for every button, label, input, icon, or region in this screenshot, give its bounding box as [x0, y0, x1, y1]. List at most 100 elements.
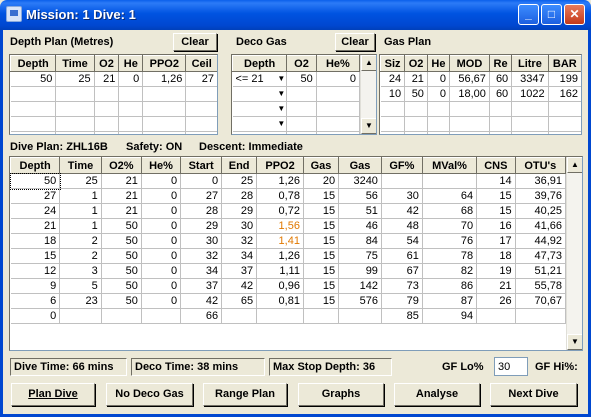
table-cell[interactable]: 25 — [221, 173, 258, 189]
table-cell[interactable]: 15 — [303, 293, 340, 309]
table-cell[interactable]: 3240 — [338, 173, 382, 189]
table-cell[interactable]: 42 — [180, 293, 223, 309]
table-cell[interactable] — [118, 116, 144, 132]
table-cell[interactable] — [449, 116, 490, 132]
table-cell[interactable]: 27 — [185, 71, 217, 87]
column-header[interactable]: O2% — [100, 157, 142, 174]
table-row[interactable]: 27 1 21 0 27 28 0,78 15 56 30 64 15 39,76 — [10, 188, 567, 204]
dropdown-arrow-icon[interactable]: ▼ — [277, 104, 285, 113]
table-cell[interactable] — [548, 131, 581, 134]
table-cell[interactable] — [118, 131, 144, 134]
table-cell[interactable]: 51 — [338, 203, 382, 219]
table-row[interactable]: 24 21 0 56,67 60 3347 199 — [380, 71, 581, 87]
table-cell[interactable]: 0 — [427, 71, 450, 87]
column-header[interactable]: Time — [59, 157, 102, 174]
table-cell[interactable]: 51,21 — [515, 263, 567, 279]
table-cell[interactable]: 15 — [303, 203, 340, 219]
table-cell[interactable]: 0,78 — [256, 188, 304, 204]
table-cell[interactable]: 15 — [303, 233, 340, 249]
table-cell[interactable] — [404, 116, 428, 132]
title-bar[interactable]: Mission: 1 Dive: 1 _ □ ✕ — [0, 0, 591, 30]
table-cell[interactable]: 50 — [286, 71, 317, 87]
table-row[interactable]: <= 21 ▼ 50 0 — [232, 71, 361, 87]
table-cell[interactable] — [118, 101, 144, 117]
table-cell[interactable] — [185, 131, 217, 134]
table-cell[interactable]: 21 — [404, 71, 428, 87]
table-row[interactable]: 21 1 50 0 29 30 1,56 15 46 48 70 16 41,66 — [10, 218, 567, 234]
column-header[interactable]: He — [426, 55, 450, 72]
table-cell[interactable]: 70,67 — [515, 293, 567, 309]
table-cell[interactable]: 3 — [59, 263, 102, 279]
table-cell[interactable]: 85 — [381, 308, 423, 324]
table-cell[interactable] — [489, 101, 513, 117]
table-row[interactable] — [10, 116, 217, 132]
table-cell[interactable]: 15 — [10, 248, 61, 264]
table-cell[interactable] — [10, 116, 57, 132]
table-cell[interactable] — [256, 308, 304, 324]
column-header[interactable]: Start — [180, 157, 223, 174]
column-header[interactable]: MOD — [448, 55, 490, 72]
table-cell[interactable] — [316, 86, 361, 102]
deco-gas-grid[interactable]: DepthO2He%<= 21 ▼500 ▼ ▼ ▼ ▼ ▲ ▼ — [231, 54, 377, 135]
table-cell[interactable]: 19 — [476, 263, 516, 279]
range-plan-button[interactable]: Range Plan — [203, 383, 287, 406]
table-cell[interactable]: 41,66 — [515, 218, 567, 234]
table-cell[interactable] — [59, 308, 102, 324]
table-cell[interactable]: 23 — [59, 293, 102, 309]
table-cell[interactable]: 0 — [118, 71, 144, 87]
table-cell[interactable]: 47,73 — [515, 248, 567, 264]
column-header[interactable]: MVal% — [421, 157, 478, 174]
table-cell[interactable]: 0 — [427, 86, 450, 102]
table-cell[interactable]: 15 — [303, 218, 340, 234]
table-cell[interactable]: 26 — [476, 293, 516, 309]
table-row[interactable] — [10, 101, 217, 117]
table-row[interactable]: ▼ — [232, 101, 361, 117]
table-cell[interactable]: 61 — [381, 248, 423, 264]
table-cell[interactable]: 15 — [476, 188, 516, 204]
table-cell[interactable]: 34 — [180, 263, 223, 279]
table-cell[interactable]: 15 — [303, 188, 340, 204]
table-cell[interactable]: 1 — [59, 218, 102, 234]
column-header[interactable]: Time — [55, 55, 95, 72]
table-cell[interactable] — [476, 308, 516, 324]
table-cell[interactable] — [338, 308, 382, 324]
table-cell[interactable]: 42 — [221, 278, 258, 294]
table-cell[interactable]: 50 — [10, 71, 57, 87]
table-cell[interactable]: 18 — [10, 233, 61, 249]
table-cell[interactable]: 56 — [338, 188, 382, 204]
table-cell[interactable]: 29 — [221, 203, 258, 219]
table-cell[interactable]: 37 — [180, 278, 223, 294]
gf-lo-input[interactable] — [494, 357, 528, 376]
table-cell[interactable]: 46 — [338, 218, 382, 234]
column-header[interactable]: Ceil — [185, 55, 217, 72]
table-cell[interactable] — [548, 101, 581, 117]
table-cell[interactable]: 65 — [221, 293, 258, 309]
table-cell[interactable] — [286, 116, 317, 132]
column-header[interactable]: He% — [315, 55, 361, 72]
column-header[interactable]: O2 — [404, 55, 428, 72]
table-cell[interactable]: 0 — [141, 263, 182, 279]
table-cell[interactable]: 1,26 — [256, 173, 304, 189]
dive-table-grid[interactable]: Depth Time O2% He% Start End PPO2 Gas Gas GF% MVal… — [9, 156, 583, 351]
table-cell[interactable] — [55, 116, 95, 132]
table-row[interactable]: 12 3 50 0 34 37 1,11 15 99 67 82 19 51,21 — [10, 263, 567, 279]
table-cell[interactable] — [94, 116, 120, 132]
column-header[interactable]: Depth — [232, 55, 288, 72]
table-row[interactable] — [380, 131, 581, 134]
table-cell[interactable] — [515, 308, 567, 324]
table-cell[interactable]: 0 — [316, 71, 361, 87]
table-cell[interactable] — [55, 131, 95, 134]
column-header[interactable]: O2 — [93, 55, 120, 72]
table-cell[interactable]: 34 — [221, 248, 258, 264]
table-cell[interactable]: 1,11 — [256, 263, 304, 279]
table-cell[interactable] — [286, 131, 317, 134]
table-cell[interactable]: 0 — [141, 173, 182, 189]
table-cell[interactable] — [221, 308, 258, 324]
table-cell[interactable]: 25 — [55, 71, 95, 87]
table-cell[interactable]: 67 — [381, 263, 423, 279]
table-row[interactable]: ▼ — [232, 131, 361, 134]
table-cell[interactable]: 39,76 — [515, 188, 567, 204]
table-cell[interactable] — [511, 131, 549, 134]
table-cell[interactable] — [427, 116, 450, 132]
table-cell[interactable]: 30 — [221, 218, 258, 234]
